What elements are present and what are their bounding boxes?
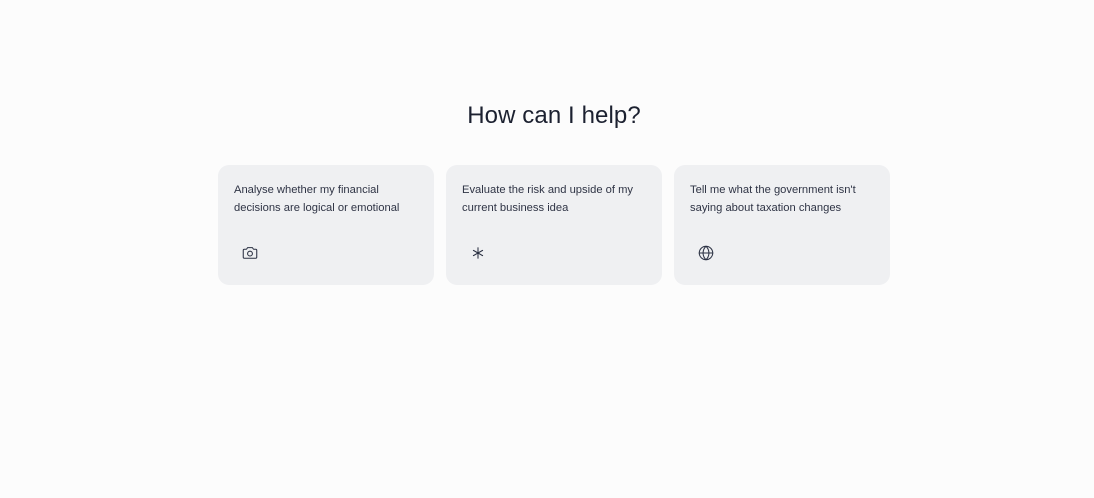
globe-icon: [696, 243, 716, 263]
suggestion-text: Analyse whether my financial decisions a…: [234, 184, 400, 214]
suggestion-card-business-idea[interactable]: Evaluate the risk and upside of my curre…: [446, 165, 662, 285]
suggestion-text: Evaluate the risk and upside of my curre…: [462, 184, 634, 214]
suggestion-card-financial-decisions[interactable]: Analyse whether my financial decisions a…: [218, 165, 434, 285]
suggestion-text: Tell me what the government isn't saying…: [690, 184, 856, 214]
page-title: How can I help?: [467, 102, 641, 129]
camera-icon: [240, 243, 260, 263]
asterisk-icon: [468, 243, 488, 263]
suggestion-list: Analyse whether my financial decisions a…: [218, 165, 890, 285]
suggestion-card-taxation-changes[interactable]: Tell me what the government isn't saying…: [674, 165, 890, 285]
chat-start-page: How can I help? Analyse whether my finan…: [0, 0, 1094, 498]
